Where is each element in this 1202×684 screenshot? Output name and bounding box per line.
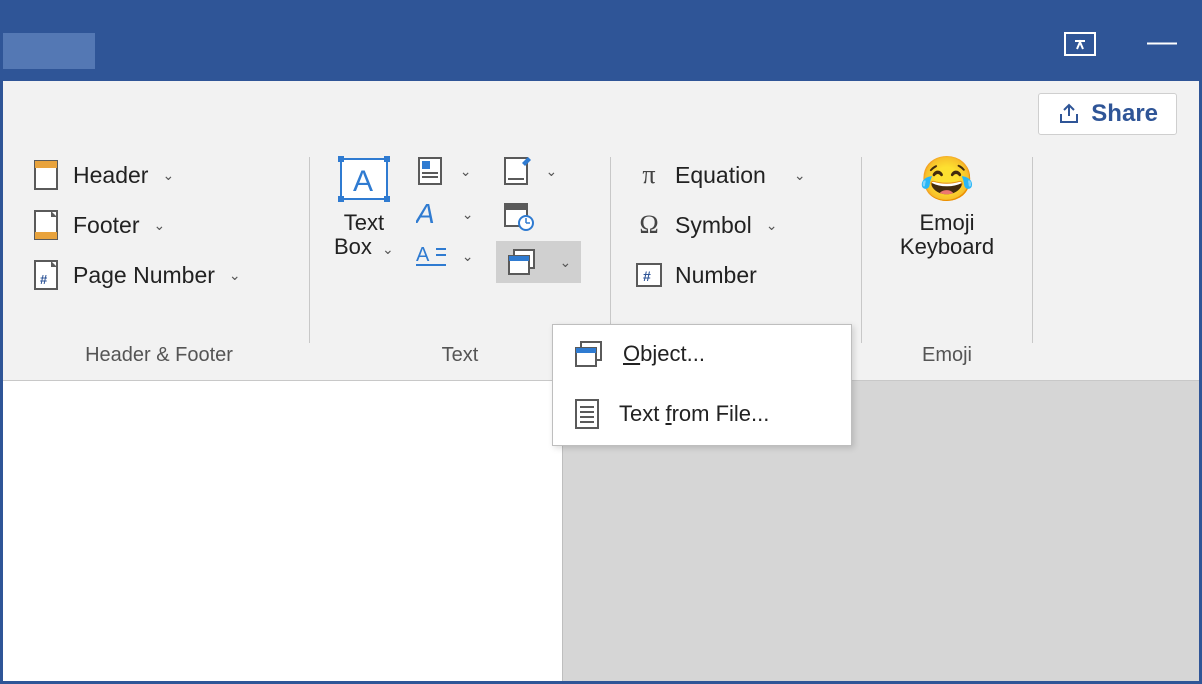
wordart-icon: A (416, 199, 448, 229)
chevron-down-icon: ⌄ (153, 217, 165, 234)
svg-text:A: A (416, 199, 435, 229)
svg-text:A: A (353, 165, 373, 198)
emoji-label-2: Keyboard (900, 234, 994, 259)
signature-icon (502, 155, 532, 187)
title-bar: — (3, 3, 1199, 81)
date-time-button[interactable] (496, 197, 582, 233)
chevron-down-icon: ⌄ (766, 217, 778, 234)
share-icon (1057, 102, 1081, 126)
title-tab-active (3, 33, 95, 69)
text-file-icon (573, 397, 601, 431)
svg-text:#: # (643, 268, 651, 284)
chevron-down-icon: ⌄ (462, 206, 474, 223)
share-button[interactable]: Share (1038, 93, 1177, 135)
wordart-button[interactable]: A ⌄ (410, 197, 480, 231)
document-page[interactable] (3, 381, 563, 681)
share-label: Share (1091, 100, 1158, 128)
menu-item-object-label: Object... (623, 341, 705, 367)
equation-icon: π (633, 159, 665, 191)
footer-button[interactable]: Footer ⌄ (23, 205, 295, 245)
footer-label: Footer (73, 212, 139, 239)
group-label-emoji: Emoji (862, 344, 1032, 367)
menu-item-text-from-file-label: Text from File... (619, 401, 769, 427)
footer-icon (31, 209, 63, 241)
chevron-down-icon: ⌄ (162, 167, 174, 184)
svg-text:#: # (40, 272, 48, 287)
symbol-icon: Ω (633, 209, 665, 241)
emoji-keyboard-button[interactable]: 😂 EmojiKeyboard (876, 153, 1018, 259)
text-box-icon: A (335, 153, 393, 205)
symbol-button[interactable]: Ω Symbol ⌄ (625, 205, 847, 245)
equation-label: Equation (675, 162, 766, 189)
drop-cap-button[interactable]: A ⌄ (410, 239, 480, 273)
group-header-footer: Header ⌄ Footer ⌄ # Page Number ⌄ (9, 153, 309, 373)
emoji-label-1: Emoji (919, 210, 974, 235)
header-button[interactable]: Header ⌄ (23, 155, 295, 195)
chevron-down-icon: ⌄ (229, 267, 241, 284)
menu-item-text-from-file[interactable]: Text from File... (553, 383, 851, 445)
group-emoji: 😂 EmojiKeyboard Emoji (862, 153, 1032, 373)
menu-item-object[interactable]: Object... (553, 325, 851, 383)
number-label: Number (675, 262, 757, 289)
quick-parts-icon (416, 155, 446, 187)
object-dropdown-menu: Object... Text from File... (552, 324, 852, 446)
signature-line-button[interactable]: ⌄ (496, 153, 582, 189)
chevron-down-icon: ⌄ (560, 254, 572, 271)
chevron-down-icon: ⌄ (460, 163, 472, 180)
drop-cap-icon: A (416, 241, 448, 271)
svg-text:A: A (416, 244, 430, 266)
page-number-icon: # (31, 259, 63, 291)
number-icon: # (633, 259, 665, 291)
chevron-down-icon: ⌄ (382, 241, 394, 257)
page-number-button[interactable]: # Page Number ⌄ (23, 255, 295, 295)
number-button[interactable]: # Number (625, 255, 847, 295)
group-label-header-footer: Header & Footer (9, 344, 309, 367)
text-box-label-2: Box (334, 234, 372, 259)
chevron-down-icon: ⌄ (794, 167, 806, 184)
object-icon (506, 247, 538, 277)
minimize-button[interactable]: — (1147, 25, 1177, 59)
text-box-label-1: Text (344, 210, 384, 235)
page-number-label: Page Number (73, 262, 215, 289)
header-label: Header (73, 162, 148, 189)
symbol-label: Symbol (675, 212, 752, 239)
chevron-down-icon: ⌄ (546, 163, 558, 180)
date-time-icon (502, 199, 534, 231)
object-icon (573, 339, 605, 369)
quick-parts-button[interactable]: ⌄ (410, 153, 480, 189)
object-split-button[interactable]: ⌄ (496, 241, 582, 283)
equation-button[interactable]: π Equation ⌄ (625, 155, 847, 195)
text-box-button[interactable]: A TextBox ⌄ (324, 153, 404, 259)
ribbon-display-options-icon[interactable] (1063, 27, 1097, 57)
emoji-icon: 😂 (920, 153, 975, 205)
chevron-down-icon: ⌄ (462, 248, 474, 265)
header-icon (31, 159, 63, 191)
